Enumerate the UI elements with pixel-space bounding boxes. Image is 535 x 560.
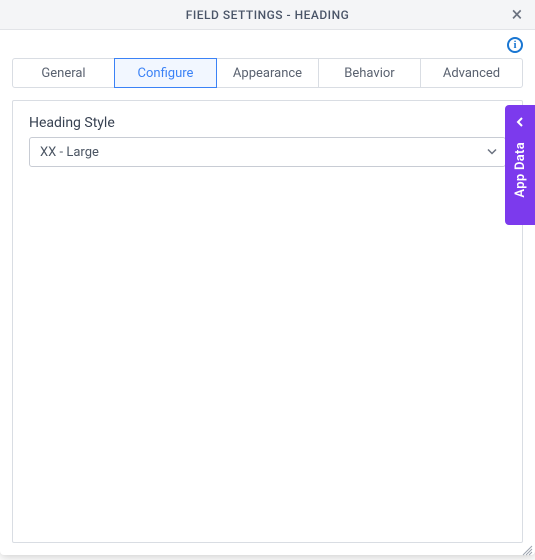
dialog-title: FIELD SETTINGS - HEADING bbox=[186, 8, 350, 22]
content-area: Heading Style XX - Large bbox=[0, 88, 535, 555]
tab-label: Advanced bbox=[443, 66, 500, 81]
heading-style-select[interactable]: XX - Large bbox=[29, 137, 506, 167]
tab-label: Configure bbox=[138, 66, 194, 81]
tab-bar: General Configure Appearance Behavior Ad… bbox=[0, 54, 535, 88]
info-row: i bbox=[0, 30, 535, 54]
heading-style-label: Heading Style bbox=[29, 115, 506, 131]
app-data-drawer-label: App Data bbox=[513, 142, 528, 198]
info-icon[interactable]: i bbox=[507, 37, 523, 53]
tab-label: General bbox=[41, 66, 85, 81]
tab-label: Behavior bbox=[344, 66, 394, 81]
configure-panel: Heading Style XX - Large bbox=[12, 100, 523, 543]
tab-appearance[interactable]: Appearance bbox=[216, 58, 319, 88]
tab-label: Appearance bbox=[233, 66, 302, 81]
heading-style-value: XX - Large bbox=[29, 137, 506, 167]
tab-configure[interactable]: Configure bbox=[114, 58, 217, 88]
resize-grip-icon[interactable] bbox=[521, 541, 533, 553]
tab-behavior[interactable]: Behavior bbox=[318, 58, 421, 88]
close-icon: × bbox=[512, 4, 523, 24]
field-settings-dialog: FIELD SETTINGS - HEADING × i General Con… bbox=[0, 0, 535, 555]
tab-general[interactable]: General bbox=[12, 58, 115, 88]
tab-advanced[interactable]: Advanced bbox=[420, 58, 523, 88]
dialog-header: FIELD SETTINGS - HEADING × bbox=[0, 0, 535, 30]
close-button[interactable]: × bbox=[505, 2, 529, 26]
app-data-drawer-handle[interactable]: App Data bbox=[505, 105, 535, 225]
chevron-left-icon bbox=[514, 113, 526, 132]
